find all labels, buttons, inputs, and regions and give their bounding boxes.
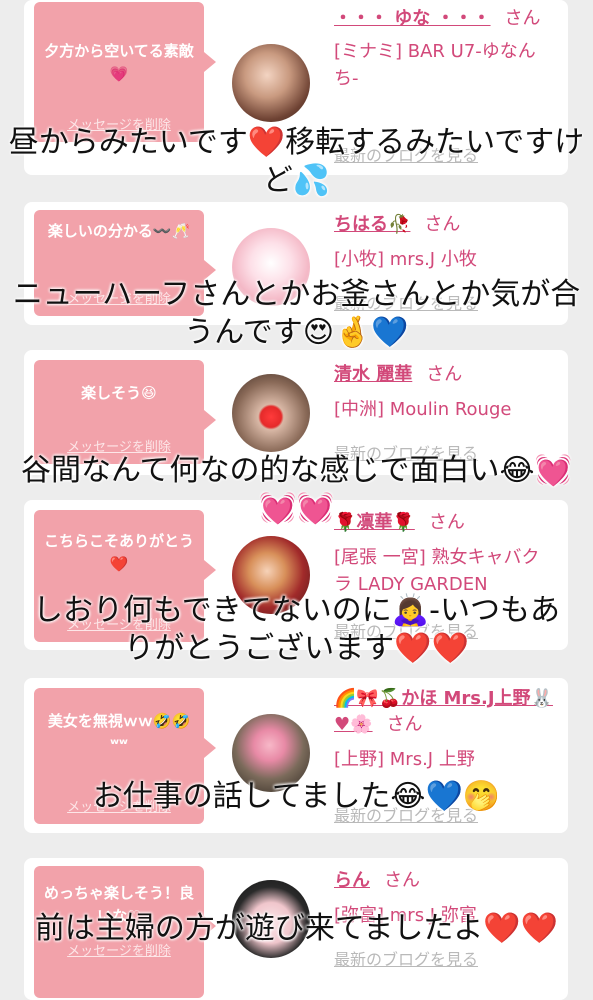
message-text: 夕方から空いてる素敵💗	[44, 42, 194, 84]
caption-overlay: 前は主婦の方が遊び来てましたよ❤️❤️	[34, 911, 559, 946]
user-name-link[interactable]: ・・・ ゆな ・・・	[334, 8, 491, 29]
honorific: さん	[504, 8, 541, 29]
shop-name: [上野] Mrs.J 上野	[334, 749, 475, 770]
caption-overlay: 昼からみたいです❤️移転するみたいですけど💦	[8, 125, 585, 198]
caption-overlay: 谷間なんて何なの的な感じで面白い😂💓💓💓	[21, 453, 572, 526]
honorific: さん	[384, 870, 420, 891]
avatar[interactable]	[232, 44, 310, 122]
message-text: 楽しいの分かる〰️🥂	[47, 222, 191, 240]
honorific: さん	[426, 364, 463, 385]
avatar[interactable]	[232, 374, 310, 452]
user-name-link[interactable]: ちはる🥀	[334, 214, 410, 235]
shop-name: [中洲] Moulin Rouge	[334, 399, 512, 420]
user-name-link[interactable]: 🌈🎀🍒かほ Mrs.J上野🐰♥🌸	[334, 688, 553, 735]
latest-blog-link[interactable]: 最新のブログを見る	[334, 946, 478, 970]
honorific: さん	[386, 714, 423, 735]
message-bubble: 楽しそう😆 メッセージを削除	[34, 360, 216, 464]
message-bubble: 夕方から空いてる素敵💗 メッセージを削除	[34, 2, 216, 142]
user-name-link[interactable]: 清水 麗華	[334, 364, 412, 385]
message-text: 楽しそう😆	[81, 384, 157, 402]
honorific: さん	[424, 214, 461, 235]
message-text: 美女を無視ｗｗ🤣🤣ʷʷ	[47, 712, 191, 754]
shop-name: [ミナミ] BAR U7-ゆなんち-	[334, 41, 536, 89]
shop-name: [小牧] mrs.J 小牧	[334, 249, 477, 270]
caption-overlay: ニューハーフさんとかお釜さんとか気が合うんです😍🤞💙	[12, 277, 581, 350]
user-name-link[interactable]: らん	[334, 870, 370, 891]
caption-overlay: お仕事の話してました😂💙🤭	[92, 779, 501, 814]
caption-overlay: しおり何もできてないのに🙇‍♀️-いつもありがとうございます❤️❤️	[33, 593, 560, 666]
shop-name: [尾張 一宮] 熟女キャバクラ LADY GARDEN	[334, 547, 540, 595]
